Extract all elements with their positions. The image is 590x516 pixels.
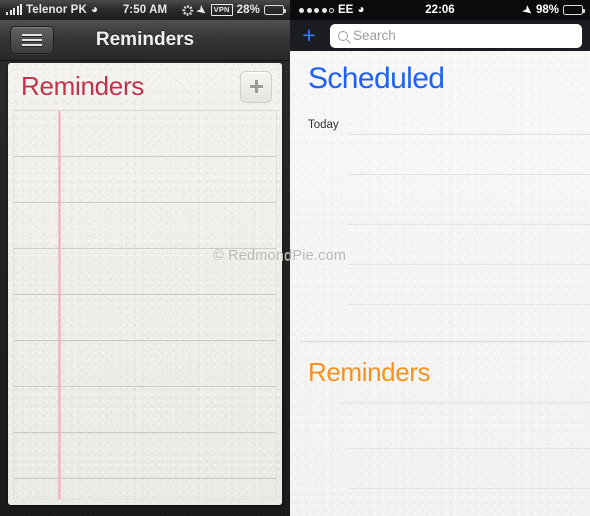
left-list-header: Reminders xyxy=(8,63,282,110)
left-navigation-bar: Reminders xyxy=(0,20,290,61)
section-divider xyxy=(300,341,590,342)
right-toolbar: + Search xyxy=(290,20,590,51)
left-status-right-group: ➤ VPN 28% xyxy=(182,2,286,18)
wifi-icon: ◕ xyxy=(90,2,99,16)
vpn-badge: VPN xyxy=(210,3,233,17)
rule-line xyxy=(348,134,590,135)
location-arrow-icon: ➤ xyxy=(194,2,210,18)
left-reminders-paper: Reminders xyxy=(8,63,282,505)
location-arrow-icon: ➤ xyxy=(519,2,535,18)
left-status-bar: Telenor PK ◕ 7:50 AM ➤ VPN 28% xyxy=(0,0,290,20)
scheduled-section-header[interactable]: Scheduled xyxy=(290,51,590,108)
battery-percent-label: 98% xyxy=(535,4,559,16)
left-status-left-group: Telenor PK ◕ xyxy=(6,2,99,16)
left-phone-screen: Telenor PK ◕ 7:50 AM ➤ VPN 28% Reminders… xyxy=(0,0,290,516)
rule-line xyxy=(348,304,590,305)
signal-bars-icon xyxy=(6,3,22,15)
rule-line xyxy=(348,174,590,175)
rule-line xyxy=(348,488,590,489)
carrier-label: EE xyxy=(338,4,354,16)
list-title: Reminders xyxy=(21,71,145,101)
right-status-right-group: ➤ 98% xyxy=(519,2,585,18)
signal-dots-icon xyxy=(299,7,334,13)
wifi-icon: ◕ xyxy=(357,2,365,16)
paper-margin-line xyxy=(58,111,61,499)
add-reminder-button[interactable] xyxy=(240,70,272,103)
today-subheader-row: Today xyxy=(290,108,590,134)
plus-icon xyxy=(249,80,263,93)
rule-line xyxy=(348,448,590,449)
scheduled-title: Scheduled xyxy=(308,61,445,95)
reminders-title: Reminders xyxy=(308,356,431,387)
right-status-left-group: EE ◕ xyxy=(299,2,365,16)
activity-spinner-icon xyxy=(182,4,194,16)
rule-line xyxy=(338,402,590,403)
rule-line xyxy=(348,264,590,265)
battery-percent-label: 28% xyxy=(236,4,260,16)
screenshot-stage: Telenor PK ◕ 7:50 AM ➤ VPN 28% Reminders… xyxy=(0,0,590,516)
battery-icon xyxy=(563,5,585,15)
search-icon xyxy=(338,30,348,41)
hamburger-menu-icon[interactable] xyxy=(10,26,54,54)
right-reminders-paper: Scheduled Today Reminders xyxy=(290,51,590,516)
search-placeholder: Search xyxy=(353,28,396,43)
rule-line xyxy=(348,224,590,225)
battery-icon xyxy=(264,5,286,15)
reminders-section-header[interactable]: Reminders xyxy=(290,347,590,397)
today-label: Today xyxy=(308,119,339,131)
carrier-label: Telenor PK xyxy=(26,4,87,16)
right-phone-screen: EE ◕ 22:06 ➤ 98% + Search Scheduled Toda… xyxy=(290,0,590,516)
search-input[interactable]: Search xyxy=(330,23,582,48)
add-list-button[interactable]: + xyxy=(296,24,322,48)
left-reminders-list[interactable] xyxy=(13,110,277,500)
right-status-bar: EE ◕ 22:06 ➤ 98% xyxy=(290,0,590,20)
